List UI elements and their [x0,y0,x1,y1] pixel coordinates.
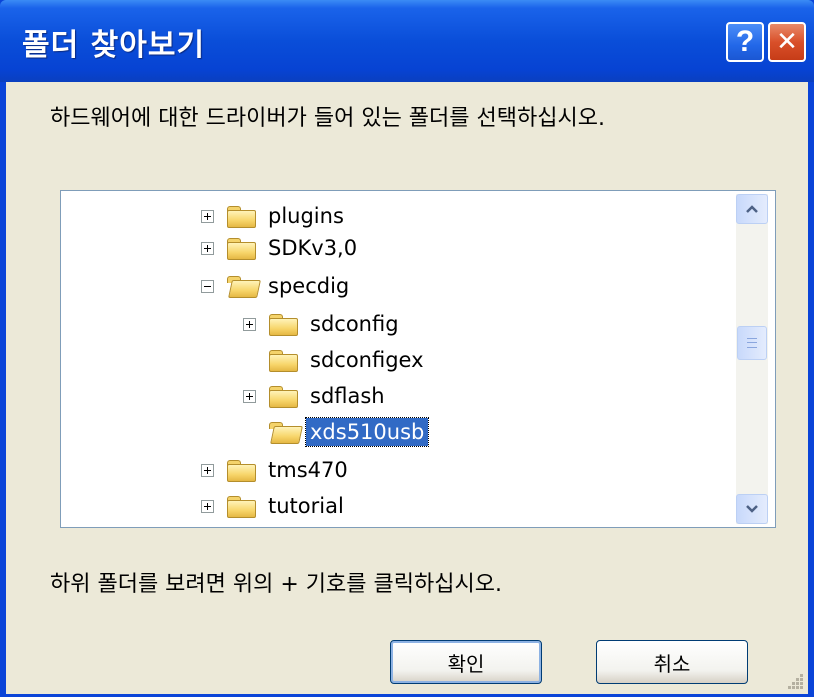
folder-icon [226,459,256,482]
expand-icon[interactable] [201,241,214,255]
tree-item-label: plugins [268,204,344,228]
tree-item[interactable]: sdconfig [243,307,403,341]
tree-item-label: specdig [268,274,350,298]
tree-item[interactable]: sdflash [243,379,389,413]
dialog-title: 폴더 찾아보기 [22,28,206,63]
scroll-down-button[interactable] [736,494,768,524]
folder-open-icon [268,421,303,444]
help-icon: ? [735,25,755,58]
folder-icon [226,495,256,518]
folder-icon [268,385,298,408]
ok-button[interactable]: 확인 [390,640,542,684]
folder-icon [268,349,298,372]
folder-icon [268,313,298,336]
tree-item[interactable]: sdconfigex [243,343,428,377]
tree-item-label: tms470 [268,458,348,482]
tree-item-label: sdconfigex [310,348,424,372]
expand-icon[interactable] [201,209,214,223]
tree-item-label: sdconfig [310,312,399,336]
tree-item-label: SDKv3,0 [268,236,358,260]
tree-item[interactable]: specdig [201,269,353,303]
chevron-down-icon [746,505,758,513]
folder-icon [226,205,256,228]
scroll-thumb[interactable] [737,326,767,360]
resize-grip-icon[interactable] [786,672,806,692]
tree-item-label: tutorial [268,494,344,518]
scroll-up-button[interactable] [736,194,768,224]
collapse-icon[interactable] [201,279,214,293]
folder-icon [226,237,256,260]
expand-icon[interactable] [201,499,214,513]
cancel-button[interactable]: 취소 [596,640,748,684]
chevron-up-icon [746,205,758,213]
expand-icon[interactable] [243,389,256,403]
hint-text: 하위 폴더를 보려면 위의 + 기호를 클릭하십시오. [50,572,502,597]
title-bar[interactable]: 폴더 찾아보기 ? ✕ [0,0,814,82]
close-icon: ✕ [776,27,798,57]
tree-item[interactable]: SDKv3,0 [201,231,361,265]
expand-icon[interactable] [201,463,214,477]
tree-item[interactable]: tms470 [201,453,352,487]
tree-item-label: xds510usb [304,417,430,447]
help-button[interactable]: ? [726,22,764,62]
grip-icon [747,338,757,348]
folder-tree[interactable]: plugins SDKv3,0 specdig sdconfig sdconfi… [60,190,776,528]
expand-icon[interactable] [243,317,256,331]
instruction-text: 하드웨어에 대한 드라이버가 들어 있는 폴더를 선택하십시오. [50,106,605,131]
vertical-scrollbar[interactable] [736,194,768,524]
tree-item[interactable]: plugins [201,199,348,233]
close-button[interactable]: ✕ [768,22,806,62]
tree-item-label: sdflash [310,384,385,408]
tree-item-selected[interactable]: xds510usb [243,415,430,449]
tree-item[interactable]: tutorial [201,489,348,523]
folder-open-icon [226,275,261,298]
